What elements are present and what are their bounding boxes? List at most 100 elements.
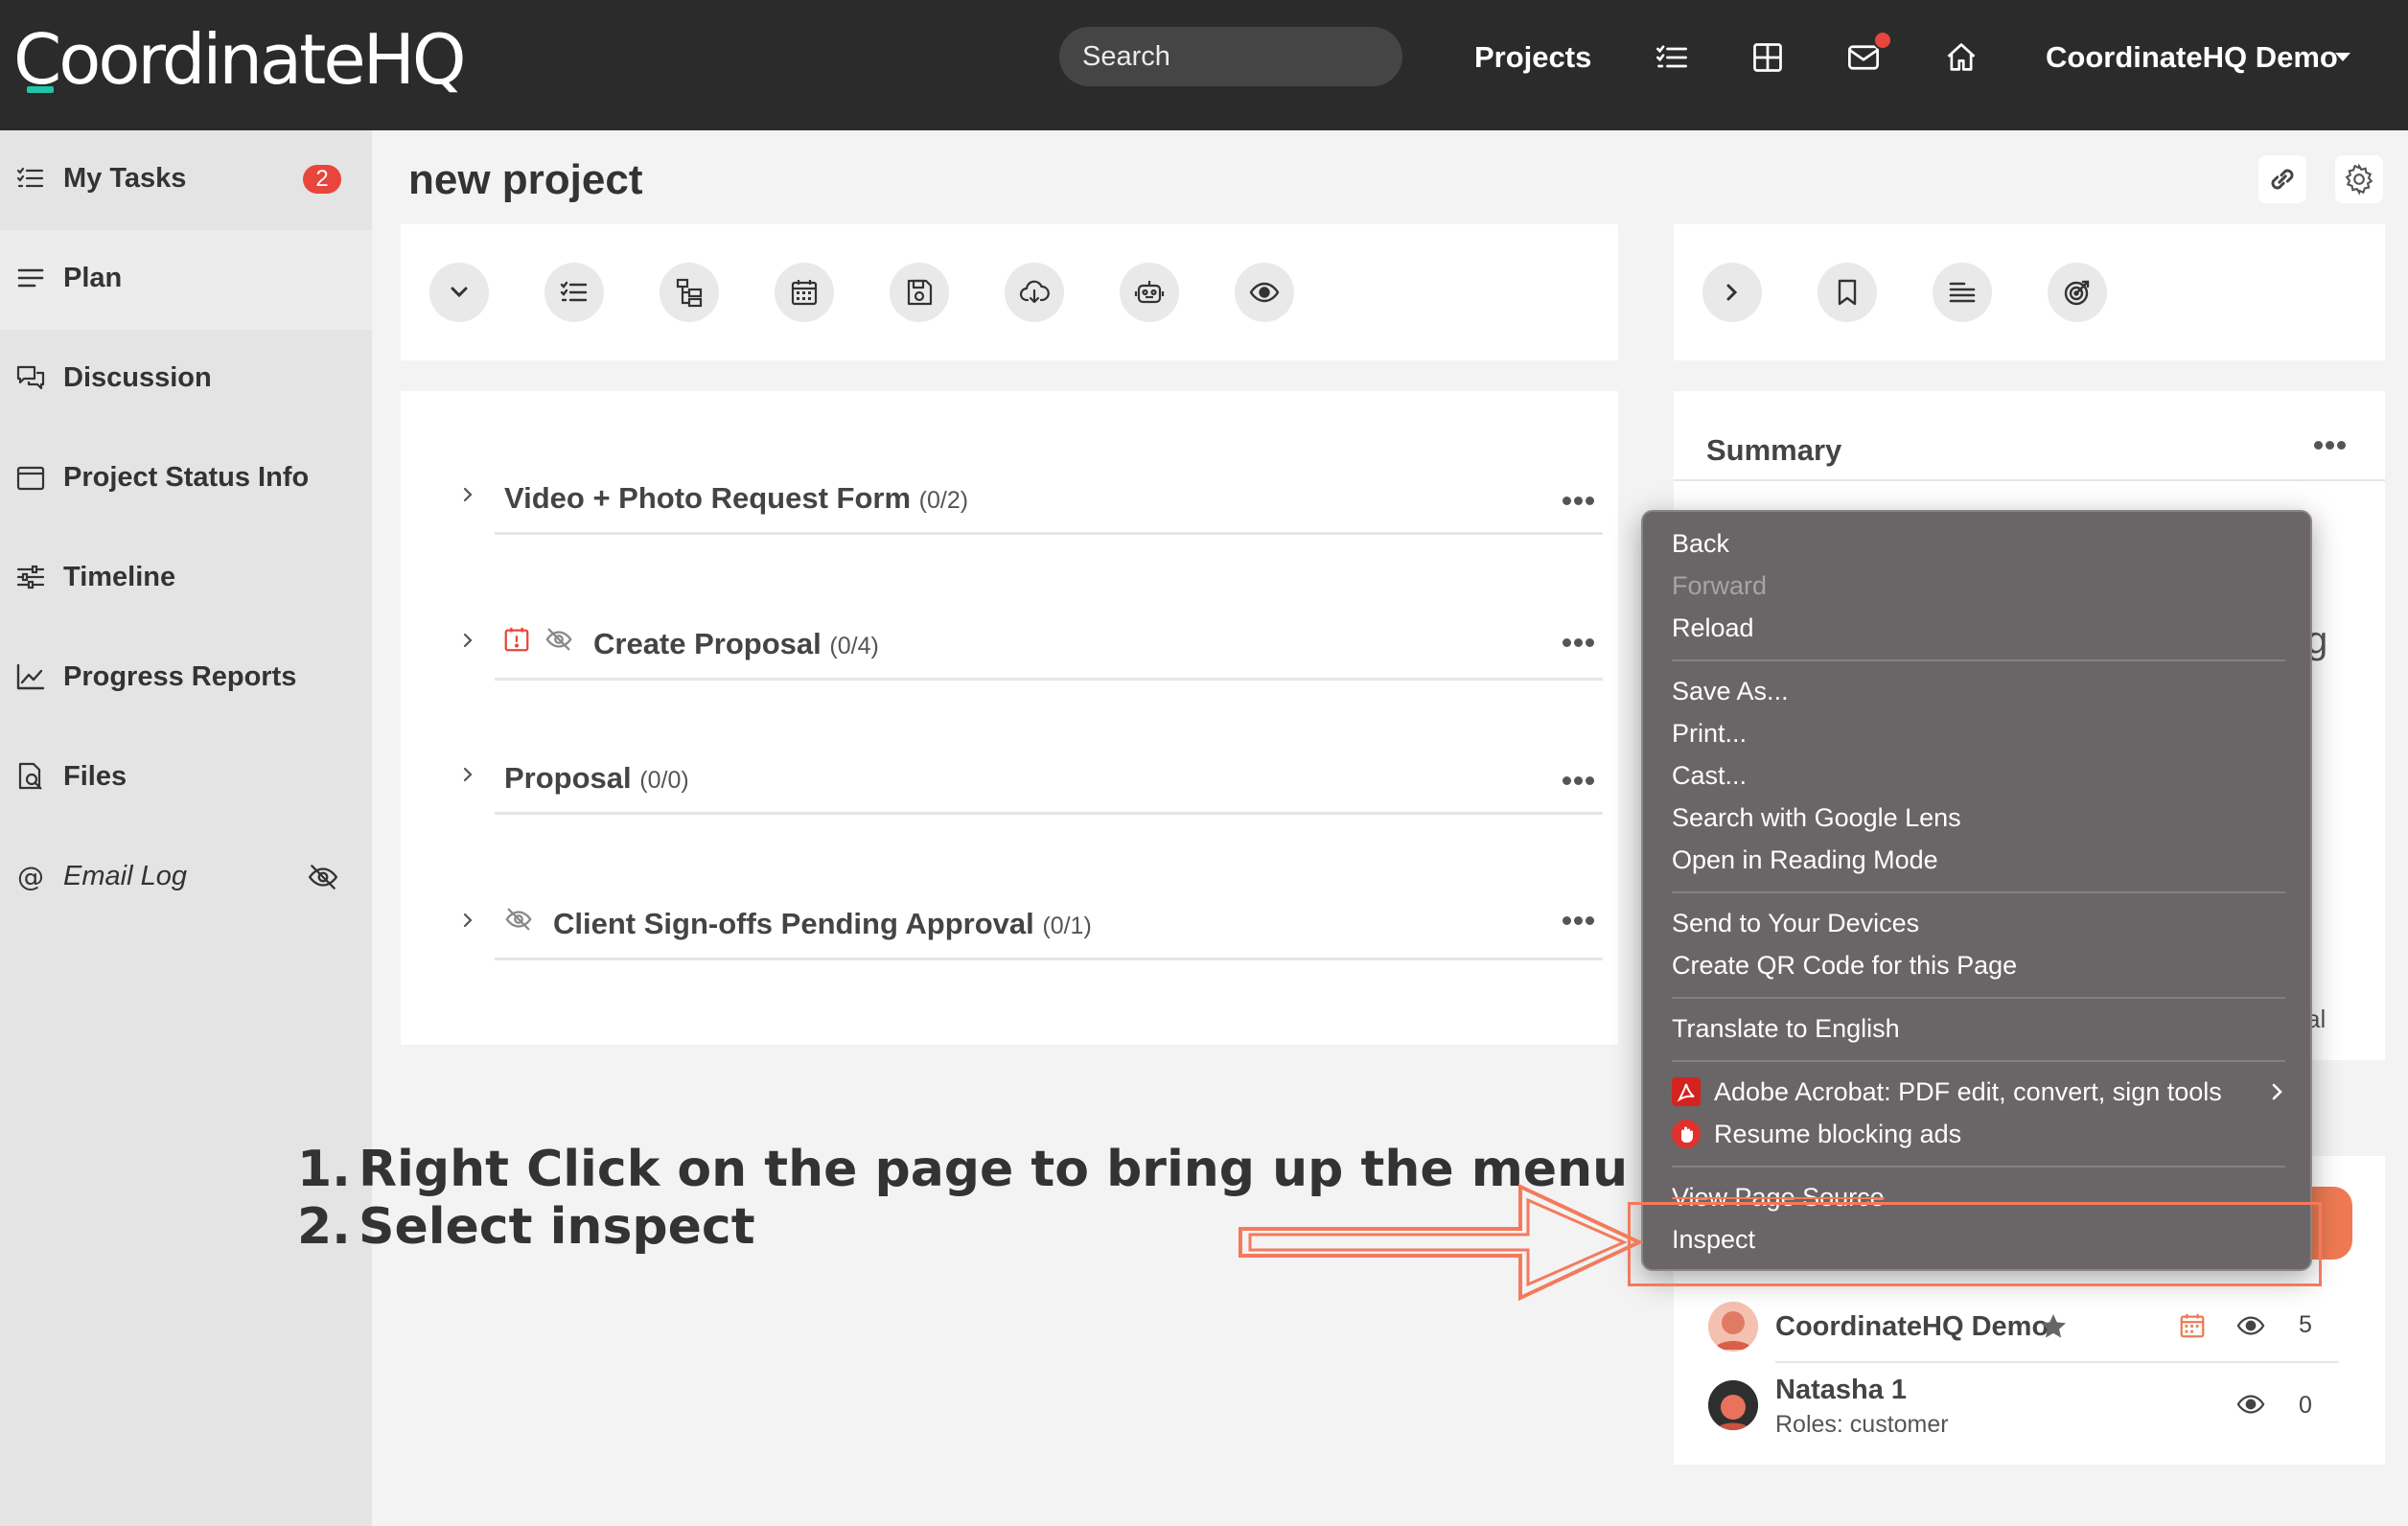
menu-item-cast[interactable]: Cast...	[1672, 759, 1747, 792]
page-title: new project	[408, 156, 643, 203]
task-group-count: (0/0)	[639, 767, 689, 794]
sidebar: My Tasks 2 Plan Discussion Project Statu…	[0, 130, 372, 1526]
task-group-count: (0/1)	[1042, 913, 1092, 939]
cloud-download-icon	[1019, 280, 1050, 304]
robot-icon	[1134, 281, 1165, 304]
divider	[495, 532, 1603, 535]
chevron-right-icon[interactable]	[456, 909, 479, 932]
calendar-alert-icon	[502, 625, 531, 654]
logo-accent	[27, 86, 54, 93]
menu-item-forward: Forward	[1672, 571, 1768, 600]
member-name[interactable]: CoordinateHQ Demo	[1775, 1309, 2049, 1344]
menu-item-print[interactable]: Print...	[1672, 717, 1747, 750]
task-group[interactable]: Create Proposal (0/4)	[456, 604, 1603, 681]
inspect-highlight-box	[1628, 1202, 2322, 1286]
task-group[interactable]: Proposal (0/0)	[456, 738, 1603, 815]
avatar	[1708, 1380, 1758, 1430]
menu-item-qr-code[interactable]: Create QR Code for this Page	[1672, 949, 2017, 982]
menu-separator	[1672, 659, 2285, 661]
avatar	[1708, 1302, 1758, 1352]
menu-icon	[15, 263, 46, 293]
eye-icon[interactable]	[2234, 1390, 2268, 1419]
expand-panel-button[interactable]	[1702, 263, 1762, 322]
projects-link[interactable]: Projects	[1474, 38, 1591, 77]
menu-item-back[interactable]: Back	[1672, 527, 1729, 560]
sidebar-item-email-log[interactable]: @ Email Log	[0, 828, 372, 928]
menu-item-save-as[interactable]: Save As...	[1672, 675, 1789, 707]
divider	[1674, 479, 2385, 481]
hierarchy-icon	[676, 278, 703, 308]
divider	[495, 812, 1603, 815]
chevron-right-icon[interactable]	[456, 483, 479, 506]
hierarchy-button[interactable]	[660, 263, 719, 322]
member-name[interactable]: Natasha 1	[1775, 1373, 1907, 1407]
pointer-arrow-icon	[1237, 1179, 1658, 1304]
calendar-icon	[15, 462, 46, 493]
calendar-button[interactable]	[775, 263, 834, 322]
user-menu[interactable]: CoordinateHQ Demo	[2046, 38, 2338, 77]
caret-down-icon[interactable]	[2335, 53, 2350, 62]
more-options-icon[interactable]	[1563, 776, 1595, 786]
menu-item-reading-mode[interactable]: Open in Reading Mode	[1672, 844, 1938, 876]
app-logo[interactable]: CoordinateHQ	[13, 12, 467, 117]
right-toolbar	[1674, 224, 2385, 360]
eye-icon[interactable]	[2234, 1311, 2268, 1340]
gear-icon[interactable]	[2335, 155, 2383, 203]
task-group[interactable]: Client Sign-offs Pending Approval (0/1)	[456, 884, 1603, 960]
download-button[interactable]	[1005, 263, 1064, 322]
eye-off-icon	[543, 625, 575, 654]
task-group-title[interactable]: Proposal (0/0)	[504, 759, 689, 799]
goals-button[interactable]	[2048, 263, 2107, 322]
sliders-icon	[15, 562, 46, 592]
sidebar-item-timeline[interactable]: Timeline	[0, 529, 372, 629]
chart-icon	[15, 661, 46, 692]
sidebar-item-progress-reports[interactable]: Progress Reports	[0, 629, 372, 728]
checklist-button[interactable]	[544, 263, 604, 322]
sidebar-item-discussion[interactable]: Discussion	[0, 330, 372, 429]
visibility-button[interactable]	[1235, 263, 1294, 322]
at-icon: @	[15, 861, 46, 891]
collapse-button[interactable]	[429, 263, 489, 322]
link-icon[interactable]	[2258, 155, 2306, 203]
sidebar-item-project-status-info[interactable]: Project Status Info	[0, 429, 372, 529]
instruction-step-2: 2. Select inspect	[297, 1198, 755, 1256]
divider	[1775, 1361, 2339, 1363]
more-options-icon[interactable]	[1563, 497, 1595, 506]
menu-item-send-to-devices[interactable]: Send to Your Devices	[1672, 907, 1919, 939]
sidebar-item-label: Project Status Info	[63, 462, 310, 493]
task-group-title[interactable]: Video + Photo Request Form (0/2)	[504, 479, 968, 520]
more-options-icon[interactable]	[1563, 638, 1595, 648]
chevron-down-icon	[451, 287, 468, 298]
chevron-right-icon[interactable]	[456, 763, 479, 786]
eye-off-icon[interactable]	[307, 861, 339, 893]
grid-icon[interactable]	[1750, 40, 1785, 75]
menu-item-google-lens[interactable]: Search with Google Lens	[1672, 801, 1961, 834]
more-options-icon[interactable]	[1563, 916, 1595, 926]
menu-item-translate[interactable]: Translate to English	[1672, 1012, 1900, 1045]
more-options-icon[interactable]	[2314, 441, 2347, 451]
calendar-icon[interactable]	[2178, 1311, 2207, 1340]
task-group[interactable]: Video + Photo Request Form (0/2)	[456, 458, 1603, 535]
sidebar-item-files[interactable]: Files	[0, 728, 372, 828]
tasks-icon[interactable]	[1655, 40, 1689, 75]
bookmark-button[interactable]	[1818, 263, 1877, 322]
sidebar-item-label: My Tasks	[63, 163, 187, 194]
task-group-title[interactable]: Create Proposal (0/4)	[593, 625, 879, 665]
acrobat-icon	[1672, 1077, 1701, 1106]
menu-item-reload[interactable]: Reload	[1672, 612, 1754, 644]
sidebar-item-my-tasks[interactable]: My Tasks 2	[0, 130, 372, 230]
search-input[interactable]	[1059, 27, 1402, 86]
home-icon[interactable]	[1944, 40, 1979, 75]
sidebar-item-label: Discussion	[63, 362, 212, 393]
member-view-count: 5	[2299, 1311, 2312, 1338]
automation-button[interactable]	[1120, 263, 1179, 322]
menu-item-resume-blocking-ads[interactable]: Resume blocking ads	[1714, 1118, 1961, 1150]
bookmark-icon	[1838, 279, 1857, 306]
summary-view-button[interactable]	[1933, 263, 1992, 322]
task-group-title[interactable]: Client Sign-offs Pending Approval (0/1)	[553, 905, 1092, 945]
chevron-right-icon[interactable]	[456, 629, 479, 652]
save-button[interactable]	[890, 263, 949, 322]
menu-separator	[1672, 1166, 2285, 1168]
sidebar-item-plan[interactable]: Plan	[0, 230, 372, 330]
menu-item-adobe-acrobat[interactable]: Adobe Acrobat: PDF edit, convert, sign t…	[1714, 1075, 2222, 1108]
